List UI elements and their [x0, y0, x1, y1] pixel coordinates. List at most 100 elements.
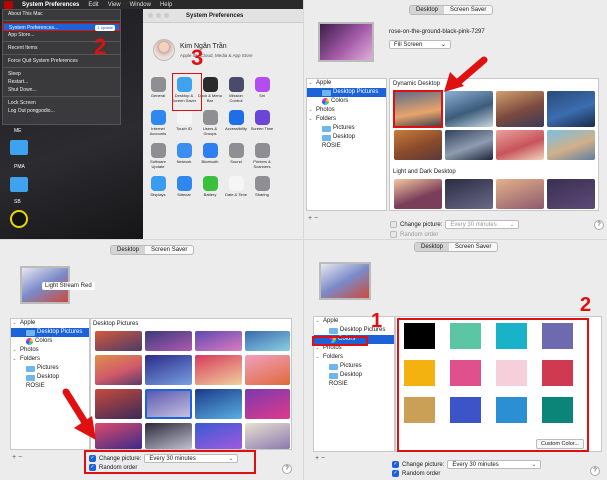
wallpaper-thumb[interactable] — [445, 179, 493, 209]
pref-pane[interactable]: Siri — [249, 77, 275, 103]
pref-pane[interactable]: Bluetooth — [197, 143, 223, 169]
pref-pane[interactable]: Users & Groups — [197, 110, 223, 136]
apple-menu-icon[interactable] — [4, 0, 13, 9]
wallpaper-thumb[interactable] — [95, 423, 142, 449]
sidebar-item[interactable]: Pictures — [307, 124, 386, 133]
wallpaper-thumb[interactable] — [547, 91, 595, 127]
wallpaper-thumb[interactable] — [145, 355, 192, 385]
menu-log-out[interactable]: Log Out pongpodio... — [3, 107, 120, 115]
menu-about[interactable]: About This Mac — [3, 10, 120, 18]
wallpaper-thumb[interactable] — [95, 389, 142, 419]
wallpaper-thumb[interactable] — [145, 423, 192, 449]
help-icon[interactable]: ? — [594, 220, 604, 230]
change-picture-checkbox[interactable]: ✓ — [89, 455, 96, 462]
interval-dropdown[interactable]: Every 30 minutes ⌄ — [447, 460, 542, 469]
menu-sleep[interactable]: Sleep — [3, 70, 120, 78]
menubar-help[interactable]: Help — [160, 2, 172, 8]
wallpaper-thumb[interactable] — [496, 179, 544, 209]
wallpaper-thumb[interactable] — [245, 355, 290, 385]
minimize-icon[interactable] — [156, 13, 161, 18]
tab-desktop[interactable]: Desktop — [111, 246, 146, 254]
wallpaper-thumb[interactable] — [195, 331, 242, 351]
wallpaper-thumb[interactable] — [195, 389, 242, 419]
folder-icon[interactable] — [10, 177, 28, 192]
pref-pane[interactable]: Sharing — [249, 176, 275, 198]
menubar-app-name[interactable]: System Preferences — [22, 2, 79, 8]
sidebar-item[interactable]: Pictures — [11, 364, 89, 373]
pref-pane[interactable]: Battery — [197, 176, 223, 198]
wallpaper-thumb[interactable] — [394, 179, 442, 209]
tab-screen-saver[interactable]: Screen Saver — [444, 6, 492, 14]
add-remove-icon[interactable]: + − — [12, 454, 22, 461]
folder-icon[interactable] — [10, 140, 28, 155]
sidebar-item[interactable]: ⌄ Photos — [307, 106, 386, 115]
wallpaper-thumb[interactable] — [496, 91, 544, 127]
sidebar-item[interactable]: Desktop Pictures — [307, 88, 386, 97]
wallpaper-thumb[interactable] — [95, 355, 142, 385]
wallpaper-thumb[interactable] — [547, 179, 595, 209]
sidebar-item[interactable]: ROSIE — [307, 142, 386, 151]
interval-dropdown[interactable]: Every 30 minutes ⌄ — [144, 454, 239, 463]
random-order-checkbox[interactable] — [390, 231, 397, 238]
change-picture-checkbox[interactable]: ✓ — [392, 461, 399, 468]
change-picture-checkbox[interactable] — [390, 221, 397, 228]
wallpaper-thumb[interactable] — [445, 91, 493, 127]
pref-pane[interactable]: Network — [171, 143, 197, 169]
menubar-window[interactable]: Window — [130, 2, 151, 8]
wallpaper-thumb[interactable] — [394, 130, 442, 160]
sidebar-item[interactable]: Desktop — [314, 371, 394, 380]
sidebar-item[interactable]: ⌄ Apple — [11, 319, 89, 328]
sidebar-item[interactable]: Desktop Pictures — [11, 328, 89, 337]
sidebar-item[interactable]: ⌄ Folders — [314, 353, 394, 362]
interval-dropdown[interactable]: Every 30 minutes ⌄ — [445, 220, 520, 229]
pref-pane[interactable]: General — [145, 77, 171, 103]
sidebar-item[interactable]: Desktop — [11, 373, 89, 382]
tab-screen-saver[interactable]: Screen Saver — [449, 243, 497, 251]
pref-pane[interactable]: Date & Time — [223, 176, 249, 198]
sidebar-item[interactable]: ROSIE — [314, 380, 394, 389]
pref-pane[interactable]: Internet Accounts — [145, 110, 171, 136]
tab-desktop[interactable]: Desktop — [410, 6, 445, 14]
fit-dropdown[interactable]: Fill Screen ⌄ — [389, 40, 451, 49]
wallpaper-thumb[interactable] — [445, 130, 493, 160]
wallpaper-thumb[interactable] — [95, 331, 142, 351]
sidebar-item[interactable]: ⌄ Folders — [11, 355, 89, 364]
pref-pane[interactable]: Software Update — [145, 143, 171, 169]
zoom-icon[interactable] — [164, 13, 169, 18]
menu-lock-screen[interactable]: Lock Screen — [3, 99, 120, 107]
wallpaper-thumb-selected[interactable] — [145, 389, 192, 419]
help-icon[interactable]: ? — [282, 464, 292, 474]
wallpaper-thumb[interactable] — [195, 423, 242, 449]
wallpaper-thumb[interactable] — [145, 331, 192, 351]
sidebar-item[interactable]: Pictures — [314, 362, 394, 371]
random-order-checkbox[interactable]: ✓ — [392, 470, 399, 477]
pref-pane[interactable]: Mission Control — [223, 77, 249, 103]
sidebar-item[interactable]: Desktop — [307, 133, 386, 142]
sidebar-item[interactable]: ⌄ Photos — [11, 346, 89, 355]
wallpaper-thumb[interactable] — [245, 331, 290, 351]
pref-pane[interactable]: Screen Time — [249, 110, 275, 136]
add-remove-icon[interactable]: + − — [315, 455, 325, 462]
avatar[interactable] — [153, 39, 175, 61]
wallpaper-thumb[interactable] — [547, 130, 595, 160]
sidebar-item[interactable]: Colors — [11, 337, 89, 346]
random-order-checkbox[interactable]: ✓ — [89, 464, 96, 471]
add-remove-icon[interactable]: + − — [308, 215, 318, 222]
pref-pane[interactable]: Sound — [223, 143, 249, 169]
menu-shut-down[interactable]: Shut Down... — [3, 86, 120, 94]
sidebar-item[interactable]: ⌄ Folders — [307, 115, 386, 124]
menubar-view[interactable]: View — [108, 2, 121, 8]
tab-desktop[interactable]: Desktop — [415, 243, 450, 251]
sidebar-item[interactable]: ⌄ Apple — [307, 79, 386, 88]
help-icon[interactable]: ? — [590, 466, 600, 476]
wallpaper-thumb[interactable] — [195, 355, 242, 385]
pref-pane[interactable]: Displays — [145, 176, 171, 198]
wallpaper-thumb[interactable] — [245, 389, 290, 419]
pref-pane[interactable]: Touch ID — [171, 110, 197, 136]
menu-system-preferences[interactable]: System Preferences... 1 update — [3, 23, 120, 31]
disc-icon[interactable] — [10, 210, 28, 228]
sidebar-item[interactable]: Colors — [307, 97, 386, 106]
wallpaper-thumb[interactable] — [245, 423, 290, 449]
pref-pane[interactable]: Sidecar — [171, 176, 197, 198]
pref-pane[interactable]: Accessibility — [223, 110, 249, 136]
